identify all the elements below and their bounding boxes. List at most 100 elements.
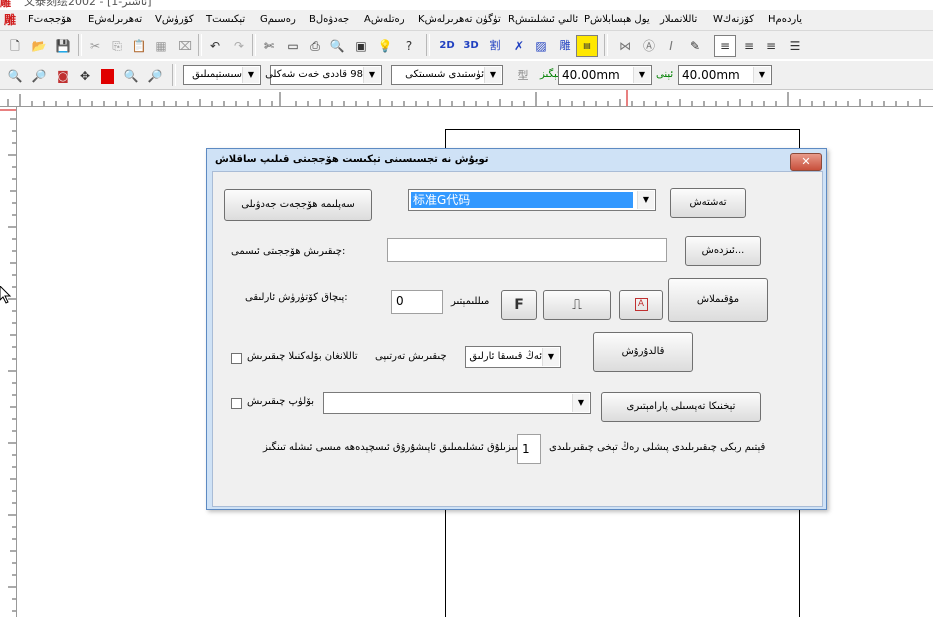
split-output-label: بۆلۈپ چىقىرىش bbox=[247, 396, 315, 407]
menu-path-calc[interactable]: يول ھېسابلاشP bbox=[584, 11, 650, 29]
vertical-ruler[interactable] bbox=[0, 107, 17, 617]
font-family-combo[interactable]: 98 قاددى خەت شەكلى ▼ bbox=[265, 65, 382, 85]
pan-move-icon[interactable]: ✥ bbox=[74, 65, 96, 87]
width-combo[interactable]: 40.00mm ▼ bbox=[558, 65, 652, 85]
split-output-combo[interactable]: ▼ bbox=[323, 392, 591, 414]
ruler-ticks bbox=[0, 109, 16, 612]
confirm-button[interactable]: تەشتەش bbox=[670, 188, 746, 218]
menu-arrange[interactable]: رەتلەشA bbox=[364, 11, 405, 29]
copy-icon[interactable]: ⎘ bbox=[106, 35, 128, 57]
shape-icon: ⎍ bbox=[572, 297, 582, 313]
split-output-checkbox[interactable] bbox=[231, 398, 242, 409]
font-button[interactable]: F bbox=[501, 290, 537, 320]
menu-table[interactable]: جەدۋەلB bbox=[309, 11, 349, 29]
chevron-down-icon[interactable]: ▼ bbox=[572, 394, 589, 412]
chevron-down-icon[interactable]: ▼ bbox=[242, 67, 259, 83]
order-label: چىقىرىش تەرتىپى bbox=[375, 351, 447, 362]
menu-image[interactable]: رەسىمG bbox=[260, 11, 296, 29]
letter-button[interactable]: A bbox=[619, 290, 663, 320]
toolbar-separator bbox=[172, 64, 176, 86]
output-format-value: 标准G代码 bbox=[411, 192, 633, 208]
browse-button[interactable]: ...ئىزدەش bbox=[685, 236, 761, 266]
spread-text-icon[interactable]: ⋈ bbox=[614, 35, 636, 57]
undo-icon[interactable]: ↶ bbox=[204, 35, 226, 57]
save-icon[interactable]: 💾 bbox=[52, 35, 74, 57]
print-preview-icon[interactable]: 🔍 bbox=[326, 35, 348, 57]
toolbar-separator bbox=[252, 34, 256, 56]
print-icon[interactable]: ⎙ bbox=[304, 35, 326, 57]
toolbar-separator bbox=[78, 34, 82, 56]
paste-special-icon[interactable]: ▦ bbox=[150, 35, 172, 57]
frame-icon[interactable]: ▭ bbox=[282, 35, 304, 57]
zoom-in-icon[interactable]: 🔎 bbox=[28, 65, 50, 87]
zoom-out-icon[interactable]: 🔍 bbox=[4, 65, 26, 87]
menu-help[interactable]: ياردەمH bbox=[768, 11, 802, 29]
3d-view-icon[interactable]: 3D bbox=[460, 35, 482, 57]
settings-button[interactable]: مۇقىملاش bbox=[668, 278, 768, 322]
hatch-icon[interactable]: ▨ bbox=[530, 35, 552, 57]
view-mode-combo[interactable]: سىستېمىلىق ▼ bbox=[183, 65, 261, 85]
menu-text[interactable]: تېكىستT bbox=[206, 11, 245, 29]
plot-mode-icon[interactable]: ▤ bbox=[576, 35, 598, 57]
align-center-icon[interactable]: ≡ bbox=[738, 35, 760, 57]
italic-icon[interactable]: I bbox=[660, 35, 682, 57]
horizontal-ruler[interactable] bbox=[0, 90, 933, 107]
align-justify-icon[interactable]: ☰ bbox=[784, 35, 806, 57]
export-table-button[interactable]: سەپلىمە ھۆججەت جەدۋىلى bbox=[224, 189, 372, 221]
open-folder-icon[interactable]: 📂 bbox=[28, 35, 50, 57]
menu-logo-icon[interactable]: 雕 bbox=[4, 11, 16, 29]
redo-icon[interactable]: ↷ bbox=[228, 35, 250, 57]
offset-label: :پىچاق كۆتۈرۈش ئارلىقى bbox=[245, 292, 348, 303]
zoom-selection-icon[interactable]: ◙ bbox=[52, 65, 74, 87]
cut-icon[interactable]: ✂ bbox=[84, 35, 106, 57]
shape-button[interactable]: ⎍ bbox=[543, 290, 611, 320]
offset-input[interactable]: 0 bbox=[391, 290, 443, 314]
2d-view-icon[interactable]: 2D bbox=[436, 35, 458, 57]
chevron-down-icon[interactable]: ▼ bbox=[637, 191, 654, 209]
zoom-fit-icon[interactable]: 🔎 bbox=[144, 65, 166, 87]
help-question-icon[interactable]: ? bbox=[398, 35, 420, 57]
chevron-down-icon[interactable]: ▼ bbox=[542, 348, 559, 366]
chevron-down-icon[interactable]: ▼ bbox=[484, 67, 501, 83]
new-file-icon[interactable]: 🗋 bbox=[4, 35, 26, 57]
fill-color-icon[interactable] bbox=[96, 65, 118, 87]
paste-icon[interactable]: 📋 bbox=[128, 35, 150, 57]
x-mark-icon[interactable]: ✗ bbox=[508, 35, 530, 57]
menu-advanced[interactable]: ئالىي ئىشلىتىشR bbox=[508, 11, 578, 29]
save-path-input[interactable] bbox=[387, 238, 667, 262]
menu-file[interactable]: ھۆججەتF bbox=[28, 11, 72, 29]
height-value: 40.00mm bbox=[682, 68, 740, 82]
engrave-icon[interactable]: 雕 bbox=[554, 35, 576, 57]
offset-unit-label: مىللىمېتىر bbox=[451, 296, 490, 307]
output-icon[interactable]: ▣ bbox=[350, 35, 372, 57]
align-right-icon[interactable]: ≡ bbox=[760, 35, 782, 57]
chevron-down-icon[interactable]: ▼ bbox=[363, 67, 380, 83]
align-left-icon[interactable]: ≡ bbox=[714, 35, 736, 57]
cut-mode-icon[interactable]: 割 bbox=[484, 35, 506, 57]
toolbar-separator bbox=[604, 34, 608, 56]
height-combo[interactable]: 40.00mm ▼ bbox=[678, 65, 772, 85]
hint-bulb-icon[interactable]: 💡 bbox=[374, 35, 396, 57]
letter-a-icon[interactable]: Ⓐ bbox=[638, 35, 660, 57]
menu-edit[interactable]: تەھرىرلەشE bbox=[88, 11, 142, 29]
chevron-down-icon[interactable]: ▼ bbox=[633, 67, 650, 83]
menu-window[interactable]: كۆزنەكW bbox=[713, 11, 754, 29]
output-format-combo[interactable]: 标准G代码 ▼ bbox=[408, 189, 656, 211]
tech-params-button[interactable]: تېخنىكا تەپسىلى پارامېتىرى bbox=[601, 392, 761, 422]
selected-only-checkbox[interactable] bbox=[231, 353, 242, 364]
clear-icon[interactable]: ⌧ bbox=[174, 35, 196, 57]
menu-node-edit[interactable]: تۈگۈن تەھرىرلەشK bbox=[418, 11, 501, 29]
repeat-count-input[interactable]: 1 bbox=[517, 434, 541, 464]
chevron-down-icon[interactable]: ▼ bbox=[753, 67, 770, 83]
close-icon[interactable]: ✕ bbox=[790, 153, 822, 171]
font-style-combo[interactable]: ئۈستىدى شىسىتكى ▼ bbox=[391, 65, 503, 85]
type-style-icon[interactable]: 型 bbox=[512, 65, 534, 87]
standard-toolbar: 🗋 📂 💾 ✂ ⎘ 📋 ▦ ⌧ ↶ ↷ ✄ ▭ ⎙ 🔍 ▣ 💡 ? 2D 3D … bbox=[0, 31, 933, 59]
zoom-page-icon[interactable]: 🔍 bbox=[120, 65, 142, 87]
preview-button[interactable]: قالدۇرۇش bbox=[593, 332, 693, 372]
menu-options[interactable]: تاللانمىلار bbox=[660, 11, 697, 29]
menu-view[interactable]: كۆرۈشV bbox=[155, 11, 194, 29]
edit-text-icon[interactable]: ✎ bbox=[684, 35, 706, 57]
order-combo[interactable]: ئەڭ قىسقا ئارلىق ▼ bbox=[465, 346, 561, 368]
cut-plot-icon[interactable]: ✄ bbox=[258, 35, 280, 57]
